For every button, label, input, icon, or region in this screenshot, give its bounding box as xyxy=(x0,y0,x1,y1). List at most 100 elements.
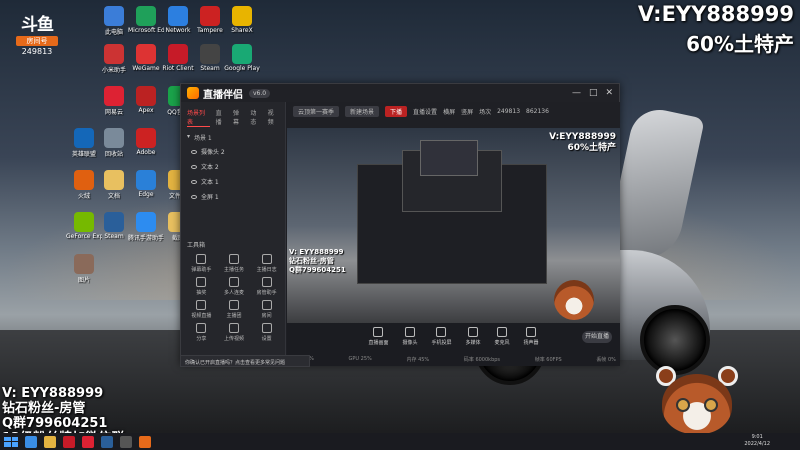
tool-button[interactable]: 多人连麦 xyxy=(218,277,251,296)
tool-label: 多人连麦 xyxy=(223,290,244,296)
app-icon xyxy=(104,170,124,190)
desktop-icon[interactable]: Edge xyxy=(128,170,164,198)
maximize-icon[interactable]: □ xyxy=(589,88,598,98)
desktop-icon[interactable]: Network xyxy=(160,6,196,34)
desktop-icon[interactable]: 图片 xyxy=(66,254,102,284)
desktop-icon-label: Steam xyxy=(200,65,220,72)
tool-button[interactable]: 房管助手 xyxy=(250,277,283,296)
desktop-icon[interactable]: Tampere xyxy=(192,6,228,34)
desktop-icon[interactable]: 回收站 xyxy=(96,128,132,158)
desktop-icon[interactable]: WeGame xyxy=(128,44,164,72)
overlay-left-line: V: EYY888999 xyxy=(2,386,104,401)
source-item[interactable]: 摄像头 2 xyxy=(181,144,285,159)
source-item[interactable]: 全屏 1 xyxy=(181,189,285,204)
tool-button[interactable]: 设置 xyxy=(250,323,283,342)
source-button[interactable]: 多媒体 xyxy=(466,327,481,346)
scene-label: 场景 1 xyxy=(194,135,212,142)
source-button-label: 麦克风 xyxy=(494,340,510,346)
desktop-icon[interactable]: 小米助手 xyxy=(96,44,132,74)
tool-button[interactable]: 主播任务 xyxy=(218,254,251,273)
source-button[interactable]: 摄像头 xyxy=(402,327,417,346)
canvas-toolbar-item[interactable]: 249813 xyxy=(497,108,520,115)
eye-icon[interactable] xyxy=(191,149,197,154)
streaming-app-window[interactable]: 直播伴侣 v6.0 — □ ✕ 场景列表 直播 弹幕 动态 视频 ▾ 场景 1 摄像头 … xyxy=(180,83,620,366)
desktop-icon[interactable]: 网易云 xyxy=(96,86,132,116)
tab-2[interactable]: 弹幕 xyxy=(233,108,244,127)
tool-button[interactable]: 弹幕助手 xyxy=(185,254,218,273)
eye-icon[interactable] xyxy=(191,194,197,199)
tab-0[interactable]: 场景列表 xyxy=(187,108,210,127)
window-titlebar[interactable]: 直播伴侣 v6.0 — □ ✕ xyxy=(181,84,619,102)
close-icon[interactable]: ✕ xyxy=(605,88,613,98)
source-button[interactable]: 扬声器 xyxy=(524,327,539,346)
app-icon xyxy=(232,6,252,26)
douyu-logo: 斗鱼 房间号 249813 xyxy=(16,10,58,56)
taskbar-app-netease-icon[interactable] xyxy=(82,435,94,448)
desktop-icon[interactable]: 腾讯手游助手 xyxy=(128,212,164,242)
taskbar-app-steam-icon[interactable] xyxy=(101,435,113,448)
help-notice[interactable]: 你确认已开启直播吗？点击查看更多常见问题 xyxy=(180,355,310,367)
canvas-toolbar-item[interactable]: 下播 xyxy=(385,106,408,117)
canvas-toolbar-item[interactable]: 直播设置 xyxy=(413,107,437,116)
canvas-toolbar-item[interactable]: 新建场景 xyxy=(345,106,380,117)
source-item[interactable]: 文本 1 xyxy=(181,174,285,189)
tool-button[interactable]: 房间 xyxy=(250,300,283,319)
minimize-icon[interactable]: — xyxy=(572,88,581,98)
tool-button[interactable]: 分享 xyxy=(185,323,218,342)
start-live-button[interactable]: 开始直播 xyxy=(582,331,612,343)
tool-icon xyxy=(228,277,239,287)
tool-grid: 弹幕助手 主播任务 主播日志抽奖 多人连麦 房管助手视频直播 主播团 房间分享 上传视频 设置 xyxy=(185,254,283,342)
tool-button[interactable]: 视频直播 xyxy=(185,300,218,319)
taskbar-app-riot-icon[interactable] xyxy=(63,435,75,448)
desktop-icon[interactable]: Adobe xyxy=(128,128,164,156)
canvas-toolbar-item[interactable]: 862136 xyxy=(526,108,549,115)
tool-label: 视频直播 xyxy=(191,313,212,319)
desktop-icon[interactable]: Steam xyxy=(96,212,132,240)
canvas-toolbar-item[interactable]: 场次 xyxy=(479,107,491,116)
eye-icon[interactable] xyxy=(191,164,197,169)
desktop-icon[interactable]: Microsoft Edge xyxy=(128,6,164,34)
desktop-icon[interactable]: Google Play xyxy=(224,44,260,72)
tool-button[interactable]: 上传视频 xyxy=(218,323,251,342)
app-icon xyxy=(104,44,124,64)
clock[interactable]: 9:01 2022/4/12 xyxy=(744,434,770,448)
app-icon xyxy=(136,6,156,26)
desktop-icon[interactable]: Riot Client xyxy=(160,44,196,72)
desktop-icon[interactable]: Steam xyxy=(192,44,228,72)
taskbar-app-chrome-icon[interactable] xyxy=(25,435,37,448)
desktop-icon[interactable]: Apex xyxy=(128,86,164,114)
source-item[interactable]: 文本 2 xyxy=(181,159,285,174)
window-title: 直播伴侣 xyxy=(203,89,243,101)
tool-label: 上传视频 xyxy=(223,336,244,342)
source-button[interactable]: 手机投屏 xyxy=(431,327,452,346)
tool-button[interactable]: 主播日志 xyxy=(250,254,283,273)
preview-contact: V:EYY888999 xyxy=(549,132,616,142)
source-button[interactable]: 麦克风 xyxy=(495,327,510,346)
app-icon xyxy=(104,86,124,106)
clock-date: 2022/4/12 xyxy=(744,441,770,447)
tool-button[interactable]: 抽奖 xyxy=(185,277,218,296)
desktop-icon[interactable]: 此电脑 xyxy=(96,6,132,36)
tool-label: 房管助手 xyxy=(256,290,277,296)
scene-header[interactable]: ▾ 场景 1 xyxy=(181,131,285,144)
canvas-toolbar-item[interactable]: 横屏 xyxy=(443,107,455,116)
canvas-toolbar: 云顶第一赛季 新建场景 下播 直播设置 横屏 竖屏 场次 249813 862136 xyxy=(287,102,620,128)
taskbar-app-douyu-icon[interactable] xyxy=(139,435,151,448)
taskbar-app-obs-icon[interactable] xyxy=(120,435,132,448)
app-icon xyxy=(104,128,124,148)
start-button[interactable] xyxy=(4,436,18,447)
eye-icon[interactable] xyxy=(191,179,197,184)
tab-1[interactable]: 直播 xyxy=(216,108,227,127)
desktop-icon[interactable]: 文档 xyxy=(96,170,132,200)
tool-button[interactable]: 主播团 xyxy=(218,300,251,319)
tab-4[interactable]: 视频 xyxy=(268,108,279,127)
tab-3[interactable]: 动态 xyxy=(250,108,261,127)
canvas-toolbar-item[interactable]: 云顶第一赛季 xyxy=(293,106,340,117)
source-button[interactable]: 直播画面 xyxy=(368,327,388,346)
canvas-toolbar-item[interactable]: 竖屏 xyxy=(461,107,473,116)
taskbar-app-folder-icon[interactable] xyxy=(44,435,56,448)
overlay-top-right: V:EYY888999 60%土特产 xyxy=(638,2,794,57)
desktop-icon[interactable]: ShareX xyxy=(224,6,260,34)
panel-tabs: 场景列表 直播 弹幕 动态 视频 xyxy=(181,102,285,131)
stream-controls: 直播画面摄像头手机投屏多媒体麦克风扬声器 开始直播 CPU 10%GPU 25%… xyxy=(287,323,620,366)
